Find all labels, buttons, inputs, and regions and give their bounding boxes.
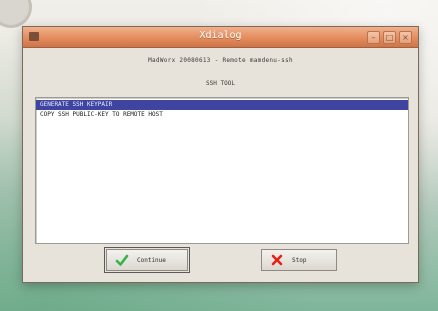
check-icon xyxy=(115,254,129,266)
stop-button[interactable]: Stop xyxy=(261,249,337,271)
menu-list[interactable]: GENERATE SSH KEYPAIR COPY SSH PUBLIC-KEY… xyxy=(35,97,409,244)
menu-title: SSH TOOL xyxy=(206,80,235,87)
cross-icon xyxy=(271,254,283,266)
continue-button[interactable]: Continue xyxy=(104,247,190,273)
stop-button-label: Stop xyxy=(292,256,307,264)
window-title: Xdialog xyxy=(199,30,242,41)
continue-button-label: Continue xyxy=(137,256,166,264)
list-item-label: COPY SSH PUBLIC-KEY TO REMOTE HOST xyxy=(40,111,163,118)
list-item-copy-ssh-public-key[interactable]: COPY SSH PUBLIC-KEY TO REMOTE HOST xyxy=(36,110,408,120)
maximize-icon[interactable]: □ xyxy=(383,31,396,44)
close-icon[interactable]: × xyxy=(399,31,412,44)
xdialog-window: Xdialog – □ × MadWorx 20080613 - Remote … xyxy=(22,26,419,283)
list-item-generate-ssh-keypair[interactable]: GENERATE SSH KEYPAIR xyxy=(36,100,408,110)
window-titlebar[interactable]: Xdialog – □ × xyxy=(23,27,418,48)
list-item-label: GENERATE SSH KEYPAIR xyxy=(40,101,113,108)
button-row: Continue Stop xyxy=(23,247,418,275)
dialog-backtitle: MadWorx 20080613 - Remote mamdenu-ssh xyxy=(148,57,293,64)
window-controls: – □ × xyxy=(367,31,412,44)
minimize-icon[interactable]: – xyxy=(367,31,380,44)
